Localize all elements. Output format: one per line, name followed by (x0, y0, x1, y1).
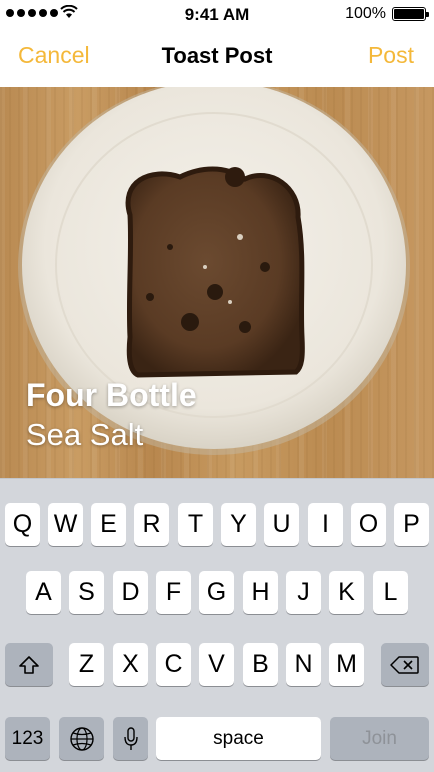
globe-icon (69, 726, 94, 751)
key-h[interactable]: H (243, 571, 278, 614)
post-button[interactable]: Post (368, 42, 414, 69)
key-e[interactable]: E (91, 503, 126, 546)
shift-icon (19, 655, 39, 674)
key-u[interactable]: U (264, 503, 299, 546)
key-b[interactable]: B (243, 643, 278, 686)
key-g[interactable]: G (199, 571, 234, 614)
key-y[interactable]: Y (221, 503, 256, 546)
battery-percentage: 100% (345, 5, 386, 22)
key-i[interactable]: I (308, 503, 343, 546)
toast-style-label[interactable]: Sea Salt (26, 417, 143, 453)
key-s[interactable]: S (69, 571, 104, 614)
key-o[interactable]: O (351, 503, 386, 546)
numbers-key[interactable]: 123 (5, 717, 50, 760)
key-a[interactable]: A (26, 571, 61, 614)
key-r[interactable]: R (134, 503, 169, 546)
key-n[interactable]: N (286, 643, 321, 686)
key-c[interactable]: C (156, 643, 191, 686)
shift-key[interactable] (5, 643, 53, 686)
key-t[interactable]: T (178, 503, 213, 546)
key-p[interactable]: P (394, 503, 429, 546)
key-x[interactable]: X (113, 643, 148, 686)
toast-photo: Four Bottle Sea Salt (0, 87, 434, 478)
battery-icon (392, 7, 429, 21)
join-key[interactable]: Join (330, 717, 429, 760)
toast-name-label[interactable]: Four Bottle (26, 377, 197, 414)
space-key[interactable]: space (156, 717, 321, 760)
keyboard: Q W E R T Y U I O P A S D F G H J K L Z … (0, 478, 434, 772)
key-m[interactable]: M (329, 643, 364, 686)
dictation-key[interactable] (113, 717, 148, 760)
key-w[interactable]: W (48, 503, 83, 546)
key-d[interactable]: D (113, 571, 148, 614)
backspace-icon (390, 655, 419, 674)
key-q[interactable]: Q (5, 503, 40, 546)
key-l[interactable]: L (373, 571, 408, 614)
key-v[interactable]: V (199, 643, 234, 686)
navigation-bar: Cancel Toast Post Post (0, 30, 434, 87)
key-f[interactable]: F (156, 571, 191, 614)
cancel-button[interactable]: Cancel (18, 42, 90, 69)
key-k[interactable]: K (329, 571, 364, 614)
globe-key[interactable] (59, 717, 104, 760)
microphone-icon (123, 726, 138, 750)
delete-key[interactable] (381, 643, 429, 686)
key-j[interactable]: J (286, 571, 321, 614)
status-bar: 9:41 AM 100% (0, 0, 434, 30)
key-z[interactable]: Z (69, 643, 104, 686)
